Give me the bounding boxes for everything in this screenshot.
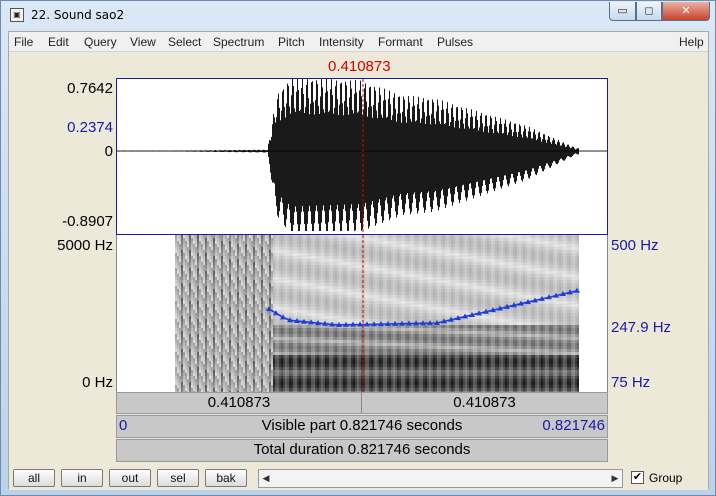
bottom-toolbar: all in out sel bak ◀ ▶ ✔ Group — [9, 467, 708, 490]
scroll-right-arrow-icon[interactable]: ▶ — [608, 470, 622, 487]
waveform-ysel-label: 0.2374 — [67, 119, 113, 136]
menu-query[interactable]: Query — [84, 35, 117, 49]
menu-spectrum[interactable]: Spectrum — [213, 35, 264, 49]
group-checkbox[interactable]: ✔ — [631, 471, 644, 484]
waveform-panel[interactable] — [116, 78, 608, 235]
sound-editor: 0.410873 0.7642 0.2374 0 -0.8907 5000 Hz… — [9, 53, 708, 467]
spectrogram-freq-top-label: 5000 Hz — [57, 237, 113, 254]
selection-time-bar[interactable]: 0.410873 0.410873 — [116, 392, 608, 414]
total-duration-label: Total duration 0.821746 seconds — [253, 441, 471, 458]
menu-file[interactable]: File — [14, 35, 33, 49]
time-bar-right-label: 0.410873 — [453, 394, 516, 411]
time-bar-left-label: 0.410873 — [207, 394, 271, 411]
visible-part-label: Visible part 0.821746 seconds — [261, 417, 463, 434]
time-scrollbar[interactable]: ◀ ▶ — [258, 469, 623, 488]
visible-end-label: 0.821746 — [542, 417, 605, 434]
waveform-ymin-label: -0.8907 — [62, 213, 113, 230]
zoom-out-button[interactable]: out — [109, 469, 151, 487]
close-button[interactable]: ✕ — [662, 2, 710, 21]
menu-pulses[interactable]: Pulses — [437, 35, 473, 49]
zoom-selection-button[interactable]: sel — [157, 469, 199, 487]
total-duration-bar[interactable]: Total duration 0.821746 seconds — [116, 439, 608, 462]
menu-edit[interactable]: Edit — [48, 35, 69, 49]
pitch-top-label: 500 Hz — [611, 237, 659, 254]
menu-select[interactable]: Select — [168, 35, 201, 49]
waveform-plot — [117, 79, 607, 234]
minimize-button[interactable]: ▭ — [609, 2, 636, 21]
cursor-time-label: 0.410873 — [328, 58, 391, 75]
menu-bar: File Edit Query View Select Spectrum Pit… — [9, 32, 708, 52]
spectrogram-plot — [175, 235, 580, 392]
visible-part-bar[interactable]: 0 Visible part 0.821746 seconds 0.821746 — [116, 415, 608, 438]
menu-pitch[interactable]: Pitch — [278, 35, 305, 49]
group-label: Group — [649, 471, 683, 485]
zoom-all-button[interactable]: all — [13, 469, 55, 487]
zoom-back-button[interactable]: bak — [205, 469, 247, 487]
menu-view[interactable]: View — [130, 35, 156, 49]
praat-sound-window: ▣ 22. Sound sao2 ▭ ◻ ✕ File Edit Query V… — [0, 0, 716, 496]
praat-app-icon: ▣ — [10, 8, 24, 22]
title-bar[interactable]: ▣ 22. Sound sao2 ▭ ◻ ✕ — [1, 1, 715, 31]
zoom-in-button[interactable]: in — [61, 469, 103, 487]
spectrogram-panel[interactable] — [116, 235, 608, 392]
waveform-ymax-label: 0.7642 — [67, 80, 113, 97]
menu-formant[interactable]: Formant — [378, 35, 423, 49]
client-area: File Edit Query View Select Spectrum Pit… — [8, 31, 709, 490]
scroll-left-arrow-icon[interactable]: ◀ — [259, 470, 273, 487]
menu-help[interactable]: Help — [679, 35, 704, 49]
menu-intensity[interactable]: Intensity — [319, 35, 364, 49]
pitch-mid-label: 247.9 Hz — [611, 319, 672, 336]
window-title: 22. Sound sao2 — [31, 8, 125, 22]
spectrogram-freq-bottom-label: 0 Hz — [82, 374, 113, 391]
waveform-trace — [117, 79, 607, 231]
pitch-bottom-label: 75 Hz — [611, 374, 651, 391]
maximize-button[interactable]: ◻ — [636, 2, 662, 21]
waveform-zero-label: 0 — [104, 143, 113, 160]
